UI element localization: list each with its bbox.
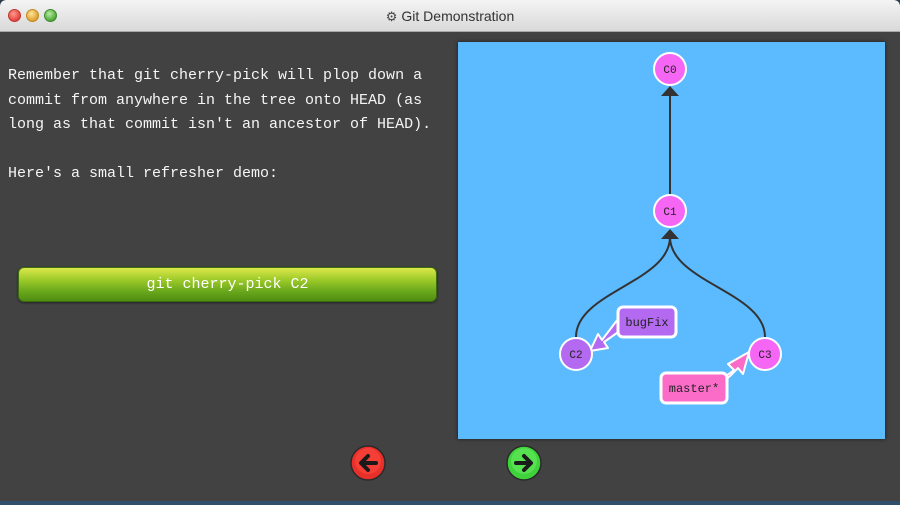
edge-c3-c1 (669, 236, 766, 338)
gear-icon: ⚙ (385, 9, 398, 24)
title-bar: ⚙ Git Demonstration (0, 0, 900, 32)
branch-bugfix-label: bugFix (625, 316, 668, 330)
window-title-text: Git Demonstration (401, 8, 515, 24)
instruction-paragraph-2: Here's a small refresher demo: (8, 164, 279, 182)
instruction-paragraph-1: Remember that git cherry-pick will plop … (8, 67, 432, 133)
arrow-left-icon (350, 445, 386, 481)
commit-c1[interactable]: C1 (653, 194, 687, 228)
arrow-right-icon (506, 445, 542, 481)
branch-master-label: master* (669, 382, 719, 396)
branch-master[interactable]: master* (659, 371, 729, 405)
git-tree-canvas: C0 C1 C2 C3 bugFix master* (458, 42, 885, 439)
git-tree-svg: C0 C1 C2 C3 bugFix master* (559, 52, 782, 405)
edge-arrowhead-c1 (661, 229, 679, 239)
commit-c3[interactable]: C3 (748, 337, 782, 371)
instruction-text: Remember that git cherry-pick will plop … (8, 64, 448, 186)
commit-c2[interactable]: C2 (559, 337, 593, 371)
previous-step-button[interactable] (350, 445, 386, 481)
commit-c2-label: C2 (569, 350, 582, 362)
next-step-button[interactable] (506, 445, 542, 481)
commit-c1-label: C1 (663, 207, 677, 219)
edge-arrowhead-c0 (661, 86, 679, 96)
cherry-pick-command-button[interactable]: git cherry-pick C2 (18, 267, 437, 302)
app-window: ⚙ Git Demonstration Remember that git che… (0, 0, 900, 505)
commit-c0[interactable]: C0 (653, 52, 687, 86)
commit-c0-label: C0 (663, 65, 676, 77)
window-bottom-edge (0, 501, 900, 505)
branch-bugfix[interactable]: bugFix (616, 305, 678, 339)
window-title: ⚙ Git Demonstration (0, 0, 900, 32)
commit-c3-label: C3 (758, 350, 771, 362)
